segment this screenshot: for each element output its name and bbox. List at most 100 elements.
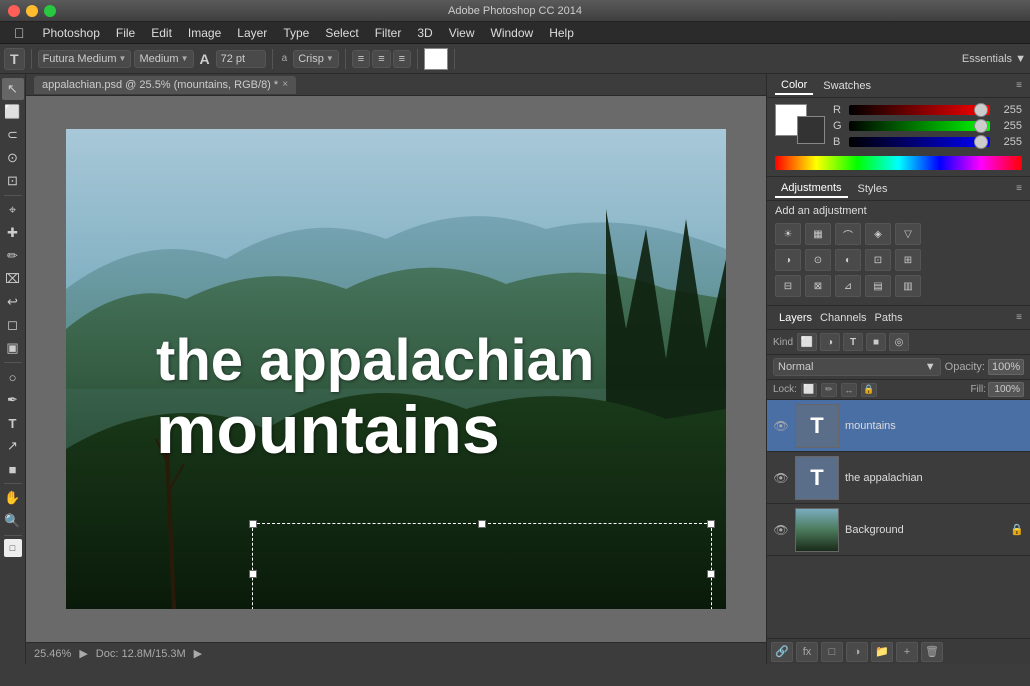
channel-adj-icon[interactable]: ⊞ xyxy=(895,249,921,271)
align-right-button[interactable]: ≡ xyxy=(393,50,411,68)
marquee-tool[interactable]: ⬜ xyxy=(2,101,24,123)
paths-tab[interactable]: Paths xyxy=(871,310,907,326)
layers-panel-menu[interactable]: ≡ xyxy=(1016,312,1022,323)
lock-pixels-button[interactable]: ⬜ xyxy=(801,383,817,397)
zoom-tool[interactable]: 🔍 xyxy=(2,510,24,532)
styles-tab[interactable]: Styles xyxy=(852,181,894,197)
align-center-button[interactable]: ≡ xyxy=(372,50,390,68)
posterize-adj-icon[interactable]: ⊠ xyxy=(805,275,831,297)
filter-shape-icon[interactable]: ■ xyxy=(866,333,886,351)
crop-tool[interactable]: ⊡ xyxy=(2,170,24,192)
menu-3d[interactable]: 3D xyxy=(409,24,440,42)
layer-mask-button[interactable]: □ xyxy=(821,642,843,662)
menu-view[interactable]: View xyxy=(441,24,483,42)
type-tool[interactable]: T xyxy=(2,412,24,434)
exposure-adj-icon[interactable]: ◈ xyxy=(865,223,891,245)
move-tool[interactable]: ↖ xyxy=(2,78,24,100)
color-spectrum[interactable] xyxy=(775,156,1022,170)
photo-adj-icon[interactable]: ⊡ xyxy=(865,249,891,271)
filter-smart-icon[interactable]: ◎ xyxy=(889,333,909,351)
quick-select-tool[interactable]: ⊙ xyxy=(2,147,24,169)
levels-adj-icon[interactable]: ▦ xyxy=(805,223,831,245)
maximize-button[interactable] xyxy=(44,5,56,17)
hand-tool[interactable]: ✋ xyxy=(2,487,24,509)
adjustments-tab[interactable]: Adjustments xyxy=(775,180,848,198)
menu-edit[interactable]: Edit xyxy=(143,24,180,42)
pen-tool[interactable]: ✒ xyxy=(2,389,24,411)
b-slider-track[interactable] xyxy=(849,137,990,147)
layers-tab[interactable]: Layers xyxy=(775,310,816,326)
minimize-button[interactable] xyxy=(26,5,38,17)
filter-pixel-icon[interactable]: ⬜ xyxy=(797,333,817,351)
fill-value[interactable]: 100% xyxy=(988,382,1024,397)
new-layer-button[interactable]: + xyxy=(896,642,918,662)
lock-all-button[interactable]: 🔒 xyxy=(861,383,877,397)
clone-tool[interactable]: ⌧ xyxy=(2,268,24,290)
filter-type-icon[interactable]: T xyxy=(843,333,863,351)
menu-apple[interactable]:  xyxy=(4,25,35,41)
hsl-adj-icon[interactable]: ◑ xyxy=(775,249,801,271)
adj-panel-menu[interactable]: ≡ xyxy=(1016,183,1022,194)
invert-adj-icon[interactable]: ⊟ xyxy=(775,275,801,297)
shape-tool[interactable]: ■ xyxy=(2,458,24,480)
color-tab[interactable]: Color xyxy=(775,77,813,95)
menu-photoshop[interactable]: Photoshop xyxy=(35,24,108,42)
font-family-select[interactable]: Futura Medium ▼ xyxy=(38,50,132,68)
menu-file[interactable]: File xyxy=(108,24,143,42)
balance-adj-icon[interactable]: ⊙ xyxy=(805,249,831,271)
selective-adj-icon[interactable]: ▥ xyxy=(895,275,921,297)
canvas-viewport[interactable]: the appalachian mountains xyxy=(26,96,766,642)
close-button[interactable] xyxy=(8,5,20,17)
filter-adjustment-icon[interactable]: ◑ xyxy=(820,333,840,351)
layer-item-mountains[interactable]: 👁 T mountains xyxy=(767,400,1030,452)
gradient-adj-icon[interactable]: ▤ xyxy=(865,275,891,297)
healing-tool[interactable]: ✚ xyxy=(2,222,24,244)
lasso-tool[interactable]: ⊂ xyxy=(2,124,24,146)
text-color-swatch[interactable] xyxy=(424,48,448,70)
group-layers-button[interactable]: 📁 xyxy=(871,642,893,662)
brightness-adj-icon[interactable]: ☀ xyxy=(775,223,801,245)
link-layers-button[interactable]: 🔗 xyxy=(771,642,793,662)
layer-visibility-mountains[interactable]: 👁 xyxy=(773,418,789,434)
b-slider-thumb[interactable] xyxy=(974,135,988,149)
menu-filter[interactable]: Filter xyxy=(367,24,410,42)
g-slider-track[interactable] xyxy=(849,121,990,131)
blend-mode-select[interactable]: Normal ▼ xyxy=(773,358,941,376)
menu-select[interactable]: Select xyxy=(317,24,366,42)
bw-adj-icon[interactable]: ◐ xyxy=(835,249,861,271)
swatches-tab[interactable]: Swatches xyxy=(817,78,877,94)
eraser-tool[interactable]: ◻ xyxy=(2,314,24,336)
layer-visibility-background[interactable]: 👁 xyxy=(773,522,789,538)
g-slider-thumb[interactable] xyxy=(974,119,988,133)
foreground-color-tool[interactable]: □ xyxy=(4,539,22,557)
document-tab[interactable]: appalachian.psd @ 25.5% (mountains, RGB/… xyxy=(34,76,296,94)
curves-adj-icon[interactable]: ⌒ xyxy=(835,223,861,245)
history-brush-tool[interactable]: ↩ xyxy=(2,291,24,313)
eyedropper-tool[interactable]: ⌖ xyxy=(2,199,24,221)
menu-type[interactable]: Type xyxy=(275,24,317,42)
lock-position-button[interactable]: ✏ xyxy=(821,383,837,397)
align-left-button[interactable]: ≡ xyxy=(352,50,370,68)
delete-layer-button[interactable]: 🗑 xyxy=(921,642,943,662)
layer-item-appalachian[interactable]: 👁 T the appalachian xyxy=(767,452,1030,504)
anti-alias-select[interactable]: Crisp ▼ xyxy=(293,50,339,68)
tab-close-button[interactable]: × xyxy=(282,79,288,90)
menu-layer[interactable]: Layer xyxy=(229,24,275,42)
font-size-input[interactable]: 72 pt xyxy=(216,50,266,68)
dodge-tool[interactable]: ○ xyxy=(2,366,24,388)
type-tool-button[interactable]: T xyxy=(4,48,25,70)
menu-image[interactable]: Image xyxy=(180,24,229,42)
layer-item-background[interactable]: 👁 Bac xyxy=(767,504,1030,556)
layer-visibility-appalachian[interactable]: 👁 xyxy=(773,470,789,486)
r-slider-track[interactable] xyxy=(849,105,990,115)
lock-move-button[interactable]: ↔ xyxy=(841,383,857,397)
font-style-select[interactable]: Medium ▼ xyxy=(134,50,193,68)
adjustment-layer-button[interactable]: ◑ xyxy=(846,642,868,662)
gradient-tool[interactable]: ▣ xyxy=(2,337,24,359)
threshold-adj-icon[interactable]: ⊿ xyxy=(835,275,861,297)
channels-tab[interactable]: Channels xyxy=(816,310,870,326)
r-slider-thumb[interactable] xyxy=(974,103,988,117)
opacity-value[interactable]: 100% xyxy=(988,359,1024,375)
layer-styles-button[interactable]: fx xyxy=(796,642,818,662)
menu-help[interactable]: Help xyxy=(541,24,582,42)
